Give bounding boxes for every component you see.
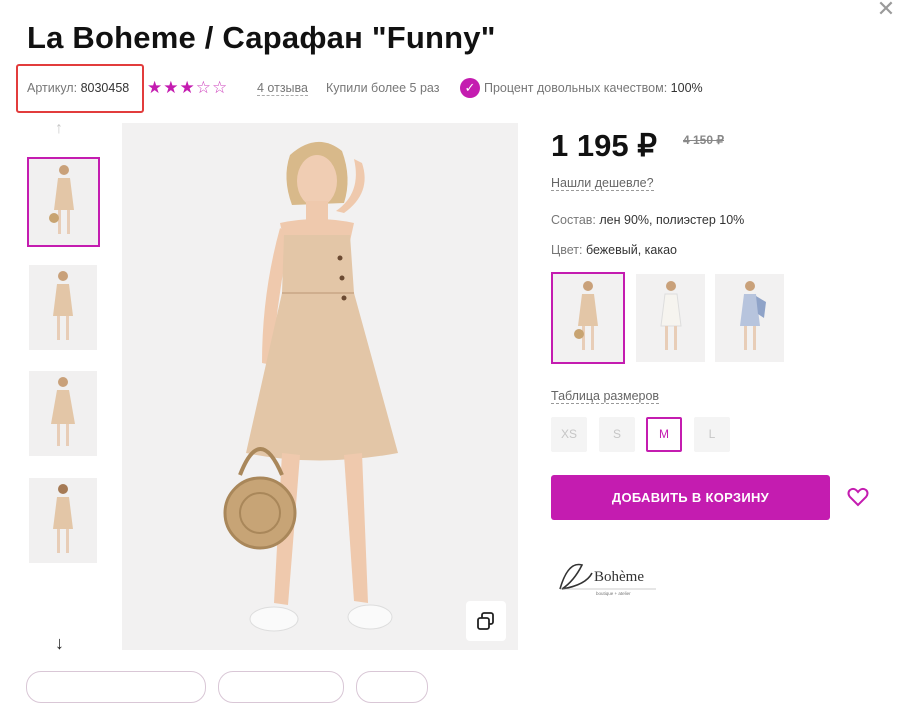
color-value: бежевый, какао: [585, 243, 678, 257]
bought-count: Купили более 5 раз: [326, 81, 440, 95]
rating-stars: ★★★☆☆: [147, 78, 228, 98]
dress-figure-icon: [48, 165, 74, 234]
copy-icon[interactable]: [466, 601, 506, 641]
dress-figure-icon: [574, 281, 598, 350]
article-number: Артикул: 8030458: [27, 81, 129, 95]
price-value: 1 195: [551, 128, 629, 163]
found-cheaper-link[interactable]: Нашли дешевле?: [551, 176, 654, 191]
gallery-thumb[interactable]: [29, 265, 97, 350]
dress-figure-icon: [51, 376, 75, 446]
reviews-link[interactable]: 4 отзыва: [257, 81, 308, 96]
color-variant-blue[interactable]: [715, 274, 784, 362]
bottom-tag-pill[interactable]: [356, 671, 428, 703]
svg-text:boutique + atelier: boutique + atelier: [596, 591, 631, 596]
size-table-link[interactable]: Таблица размеров: [551, 389, 660, 404]
brand-logo-image: Bohème boutique + atelier: [559, 563, 656, 596]
svg-text:Bohème: Bohème: [594, 569, 644, 585]
composition-value: лен 90%, полиэстер 10%: [599, 213, 745, 227]
composition-label: Состав:: [551, 213, 596, 227]
arrow-down-icon[interactable]: ↓: [55, 633, 64, 654]
copy-glyph: [477, 612, 494, 630]
composition: Состав: лен 90%, полиэстер 10%: [551, 213, 744, 227]
brand-logo[interactable]: Bohème boutique + atelier: [556, 555, 660, 599]
size-option-l[interactable]: L: [694, 417, 730, 452]
close-icon[interactable]: ✕: [876, 0, 896, 20]
check-circle-icon: ✓: [460, 78, 480, 98]
bottom-tag-pill[interactable]: [218, 671, 344, 703]
color-variant-beige[interactable]: [551, 272, 625, 364]
dress-figure-icon: [53, 483, 73, 553]
size-option-s[interactable]: S: [599, 417, 635, 452]
dress-figure-icon: [53, 270, 73, 340]
satisfaction-rate: Процент довольных качеством: 100%: [484, 81, 703, 95]
bottom-tag-pill[interactable]: [26, 671, 206, 703]
empty-stars: ☆☆: [195, 78, 229, 97]
heart-glyph: [847, 487, 869, 507]
model-figure: [223, 141, 398, 632]
current-price: 1 195 ₽: [551, 128, 657, 164]
article-value: 8030458: [80, 81, 130, 95]
color-info: Цвет: бежевый, какао: [551, 243, 677, 257]
color-variant-white[interactable]: [636, 274, 705, 362]
gallery-thumb[interactable]: [27, 157, 100, 247]
old-price: 4 150 ₽: [683, 133, 724, 147]
add-to-cart-button[interactable]: ДОБАВИТЬ В КОРЗИНУ: [551, 475, 830, 520]
article-label: Артикул:: [27, 81, 78, 95]
size-option-xs[interactable]: XS: [551, 417, 587, 452]
main-product-image[interactable]: [122, 123, 518, 650]
satisfaction-label: Процент довольных качеством:: [484, 81, 668, 95]
dress-figure-icon: [659, 281, 682, 350]
gallery-thumb[interactable]: [29, 478, 97, 563]
color-label: Цвет:: [551, 243, 583, 257]
currency-symbol: ₽: [637, 128, 657, 163]
satisfaction-value: 100%: [670, 81, 703, 95]
filled-stars: ★★★: [147, 78, 196, 97]
dress-figure-icon: [739, 281, 766, 350]
size-option-m[interactable]: M: [646, 417, 682, 452]
gallery-thumb[interactable]: [29, 371, 97, 456]
heart-icon[interactable]: [846, 485, 870, 509]
arrow-up-icon[interactable]: ↑: [55, 120, 63, 138]
product-title: La Boheme / Сарафан "Funny": [27, 20, 496, 55]
